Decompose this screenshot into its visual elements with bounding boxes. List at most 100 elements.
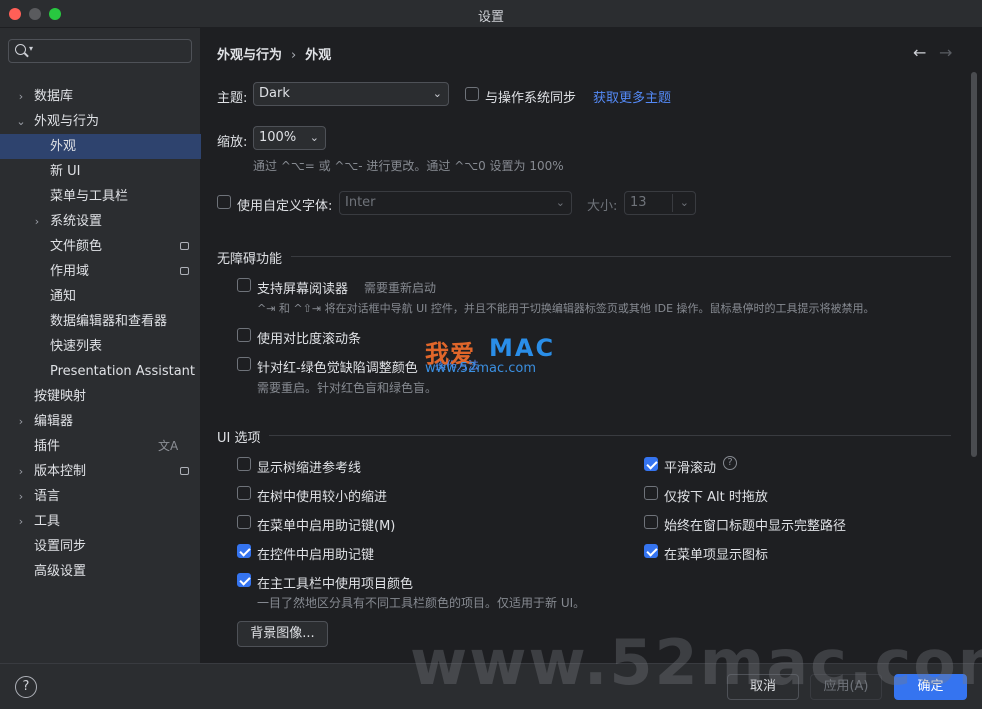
option-checkbox[interactable] <box>237 544 251 558</box>
breadcrumb-parent[interactable]: 外观与行为 <box>217 48 282 63</box>
chevron-right-icon[interactable]: › <box>14 509 28 534</box>
sidebar-item[interactable]: 高级设置 <box>0 559 201 584</box>
option-label[interactable]: 在主工具栏中使用项目颜色 <box>257 573 413 592</box>
ui-options-section-title: UI 选项 <box>217 431 261 446</box>
sidebar-item[interactable]: 外观 <box>0 134 201 159</box>
sidebar-item-label: 设置同步 <box>34 539 87 554</box>
screen-reader-checkbox[interactable] <box>237 278 251 292</box>
sidebar-item[interactable]: Presentation Assistant <box>0 359 201 384</box>
color-deficiency-checkbox[interactable] <box>237 357 251 371</box>
contrast-scrollbars-label[interactable]: 使用对比度滚动条 <box>257 328 361 347</box>
sidebar-item[interactable]: 菜单与工具栏 <box>0 184 201 209</box>
color-deficiency-label[interactable]: 针对红-绿色觉缺陷调整颜色 <box>257 357 418 376</box>
chevron-down-icon: ⌄ <box>555 196 565 209</box>
chevron-right-icon[interactable]: › <box>14 84 28 109</box>
sidebar-item-label: 高级设置 <box>34 564 87 579</box>
section-divider <box>291 256 951 257</box>
search-input[interactable] <box>41 42 186 60</box>
option-label[interactable]: 在菜单项显示图标 <box>664 544 768 563</box>
zoom-value: 100% <box>259 130 297 145</box>
option-checkbox[interactable] <box>237 486 251 500</box>
option-checkbox[interactable] <box>644 515 658 529</box>
custom-font-label[interactable]: 使用自定义字体: <box>237 195 332 214</box>
sidebar-item[interactable]: 按键映射 <box>0 384 201 409</box>
window-title: 设置 <box>477 10 504 25</box>
settings-search[interactable]: ▾ <box>8 39 192 63</box>
chevron-right-icon[interactable]: › <box>14 484 28 509</box>
watermark-mac: MAC <box>489 334 556 362</box>
project-scope-icon <box>180 467 189 475</box>
sync-os-checkbox[interactable] <box>465 87 479 101</box>
font-dropdown[interactable]: Inter ⌄ <box>339 191 572 215</box>
watermark-url: www.52mac.com <box>425 361 537 376</box>
sidebar-item[interactable]: 文件颜色 <box>0 234 201 259</box>
chevron-down-icon: ⌄ <box>679 196 689 209</box>
sidebar-item[interactable]: › 语言 <box>0 484 201 509</box>
sidebar-item-label: 文件颜色 <box>50 239 103 254</box>
background-image-button[interactable]: 背景图像... <box>237 621 328 647</box>
option-checkbox[interactable] <box>644 486 658 500</box>
font-size-label: 大小: <box>587 199 618 214</box>
sidebar-item[interactable]: 数据编辑器和查看器 <box>0 309 201 334</box>
sidebar-item[interactable]: › 版本控制 <box>0 459 201 484</box>
option-checkbox[interactable] <box>237 457 251 471</box>
restart-required-note: 需要重新启动 <box>364 281 437 295</box>
sidebar-item-label: 语言 <box>34 489 61 504</box>
sidebar-item[interactable]: 通知 <box>0 284 201 309</box>
sidebar-item[interactable]: › 系统设置 <box>0 209 201 234</box>
project-scope-icon <box>180 242 189 250</box>
option-label[interactable]: 在树中使用较小的缩进 <box>257 486 387 505</box>
custom-font-checkbox[interactable] <box>217 195 231 209</box>
font-size-field[interactable]: 13 ⌄ <box>624 191 696 215</box>
font-size-value: 13 <box>630 195 647 210</box>
sidebar-item[interactable]: 设置同步 <box>0 534 201 559</box>
sidebar-item-label: Presentation Assistant <box>50 364 195 379</box>
chevron-down-icon[interactable]: ▾ <box>29 44 33 53</box>
screen-reader-label[interactable]: 支持屏幕阅读器 <box>257 278 348 297</box>
help-button[interactable]: ? <box>15 676 37 698</box>
chevron-right-icon[interactable]: › <box>14 459 28 484</box>
chevron-down-icon[interactable]: ⌄ <box>14 109 28 134</box>
option-checkbox[interactable] <box>644 544 658 558</box>
sidebar-item-label: 编辑器 <box>34 414 74 429</box>
sidebar-item[interactable]: ⌄ 外观与行为 <box>0 109 201 134</box>
chevron-right-icon[interactable]: › <box>14 409 28 434</box>
back-arrow-icon[interactable]: ← <box>913 43 926 62</box>
zoom-dropdown[interactable]: 100% ⌄ <box>253 126 326 150</box>
option-label[interactable]: 始终在窗口标题中显示完整路径 <box>664 515 846 534</box>
sync-os-label[interactable]: 与操作系统同步 <box>485 87 576 106</box>
option-label[interactable]: 在控件中启用助记键 <box>257 544 374 563</box>
sidebar-item[interactable]: › 工具 <box>0 509 201 534</box>
chevron-down-icon: ⌄ <box>309 131 319 144</box>
sidebar-item[interactable]: › 编辑器 <box>0 409 201 434</box>
accessibility-section-title: 无障碍功能 <box>217 252 283 267</box>
chevron-right-icon[interactable]: › <box>30 209 44 234</box>
forward-arrow-icon[interactable]: → <box>939 43 952 62</box>
help-icon[interactable]: ? <box>723 456 737 470</box>
option-checkbox[interactable] <box>644 457 658 471</box>
settings-sidebar: ▾ › 数据库 ⌄ 外观与行为外观新 UI 菜单与工具栏 › 系统设置文件颜色作用域 通知 数据… <box>0 28 201 663</box>
option-label[interactable]: 平滑滚动 <box>664 457 716 476</box>
vertical-scrollbar[interactable] <box>971 72 977 457</box>
sidebar-item[interactable]: 作用域 <box>0 259 201 284</box>
get-more-themes-link[interactable]: 获取更多主题 <box>593 87 671 106</box>
sidebar-item[interactable]: 快速列表 <box>0 334 201 359</box>
sidebar-item[interactable]: › 数据库 <box>0 84 201 109</box>
settings-content: 外观与行为 › 外观 ← → 主题: Dark ⌄ 与操作系统同步 获取更多主题 缩… <box>201 28 982 663</box>
sidebar-item[interactable]: 插件 文A <box>0 434 201 459</box>
sidebar-item-label: 外观 <box>50 139 77 154</box>
option-label[interactable]: 仅按下 Alt 时拖放 <box>664 486 768 505</box>
option-label[interactable]: 显示树缩进参考线 <box>257 457 361 476</box>
sidebar-item[interactable]: 新 UI <box>0 159 201 184</box>
translate-icon: 文A <box>158 439 179 453</box>
option-checkbox[interactable] <box>237 515 251 529</box>
watermark-large: www.52mac.com <box>410 626 982 699</box>
option-label[interactable]: 在菜单中启用助记键(M) <box>257 515 395 534</box>
sidebar-item-label: 版本控制 <box>34 464 87 479</box>
theme-dropdown[interactable]: Dark ⌄ <box>253 82 449 106</box>
option-checkbox[interactable] <box>237 573 251 587</box>
sidebar-item-label: 菜单与工具栏 <box>50 189 129 204</box>
contrast-scrollbars-checkbox[interactable] <box>237 328 251 342</box>
settings-tree: › 数据库 ⌄ 外观与行为外观新 UI 菜单与工具栏 › 系统设置文件颜色作用域 通知 数据编辑… <box>0 84 201 584</box>
sidebar-item-label: 按键映射 <box>34 389 87 404</box>
